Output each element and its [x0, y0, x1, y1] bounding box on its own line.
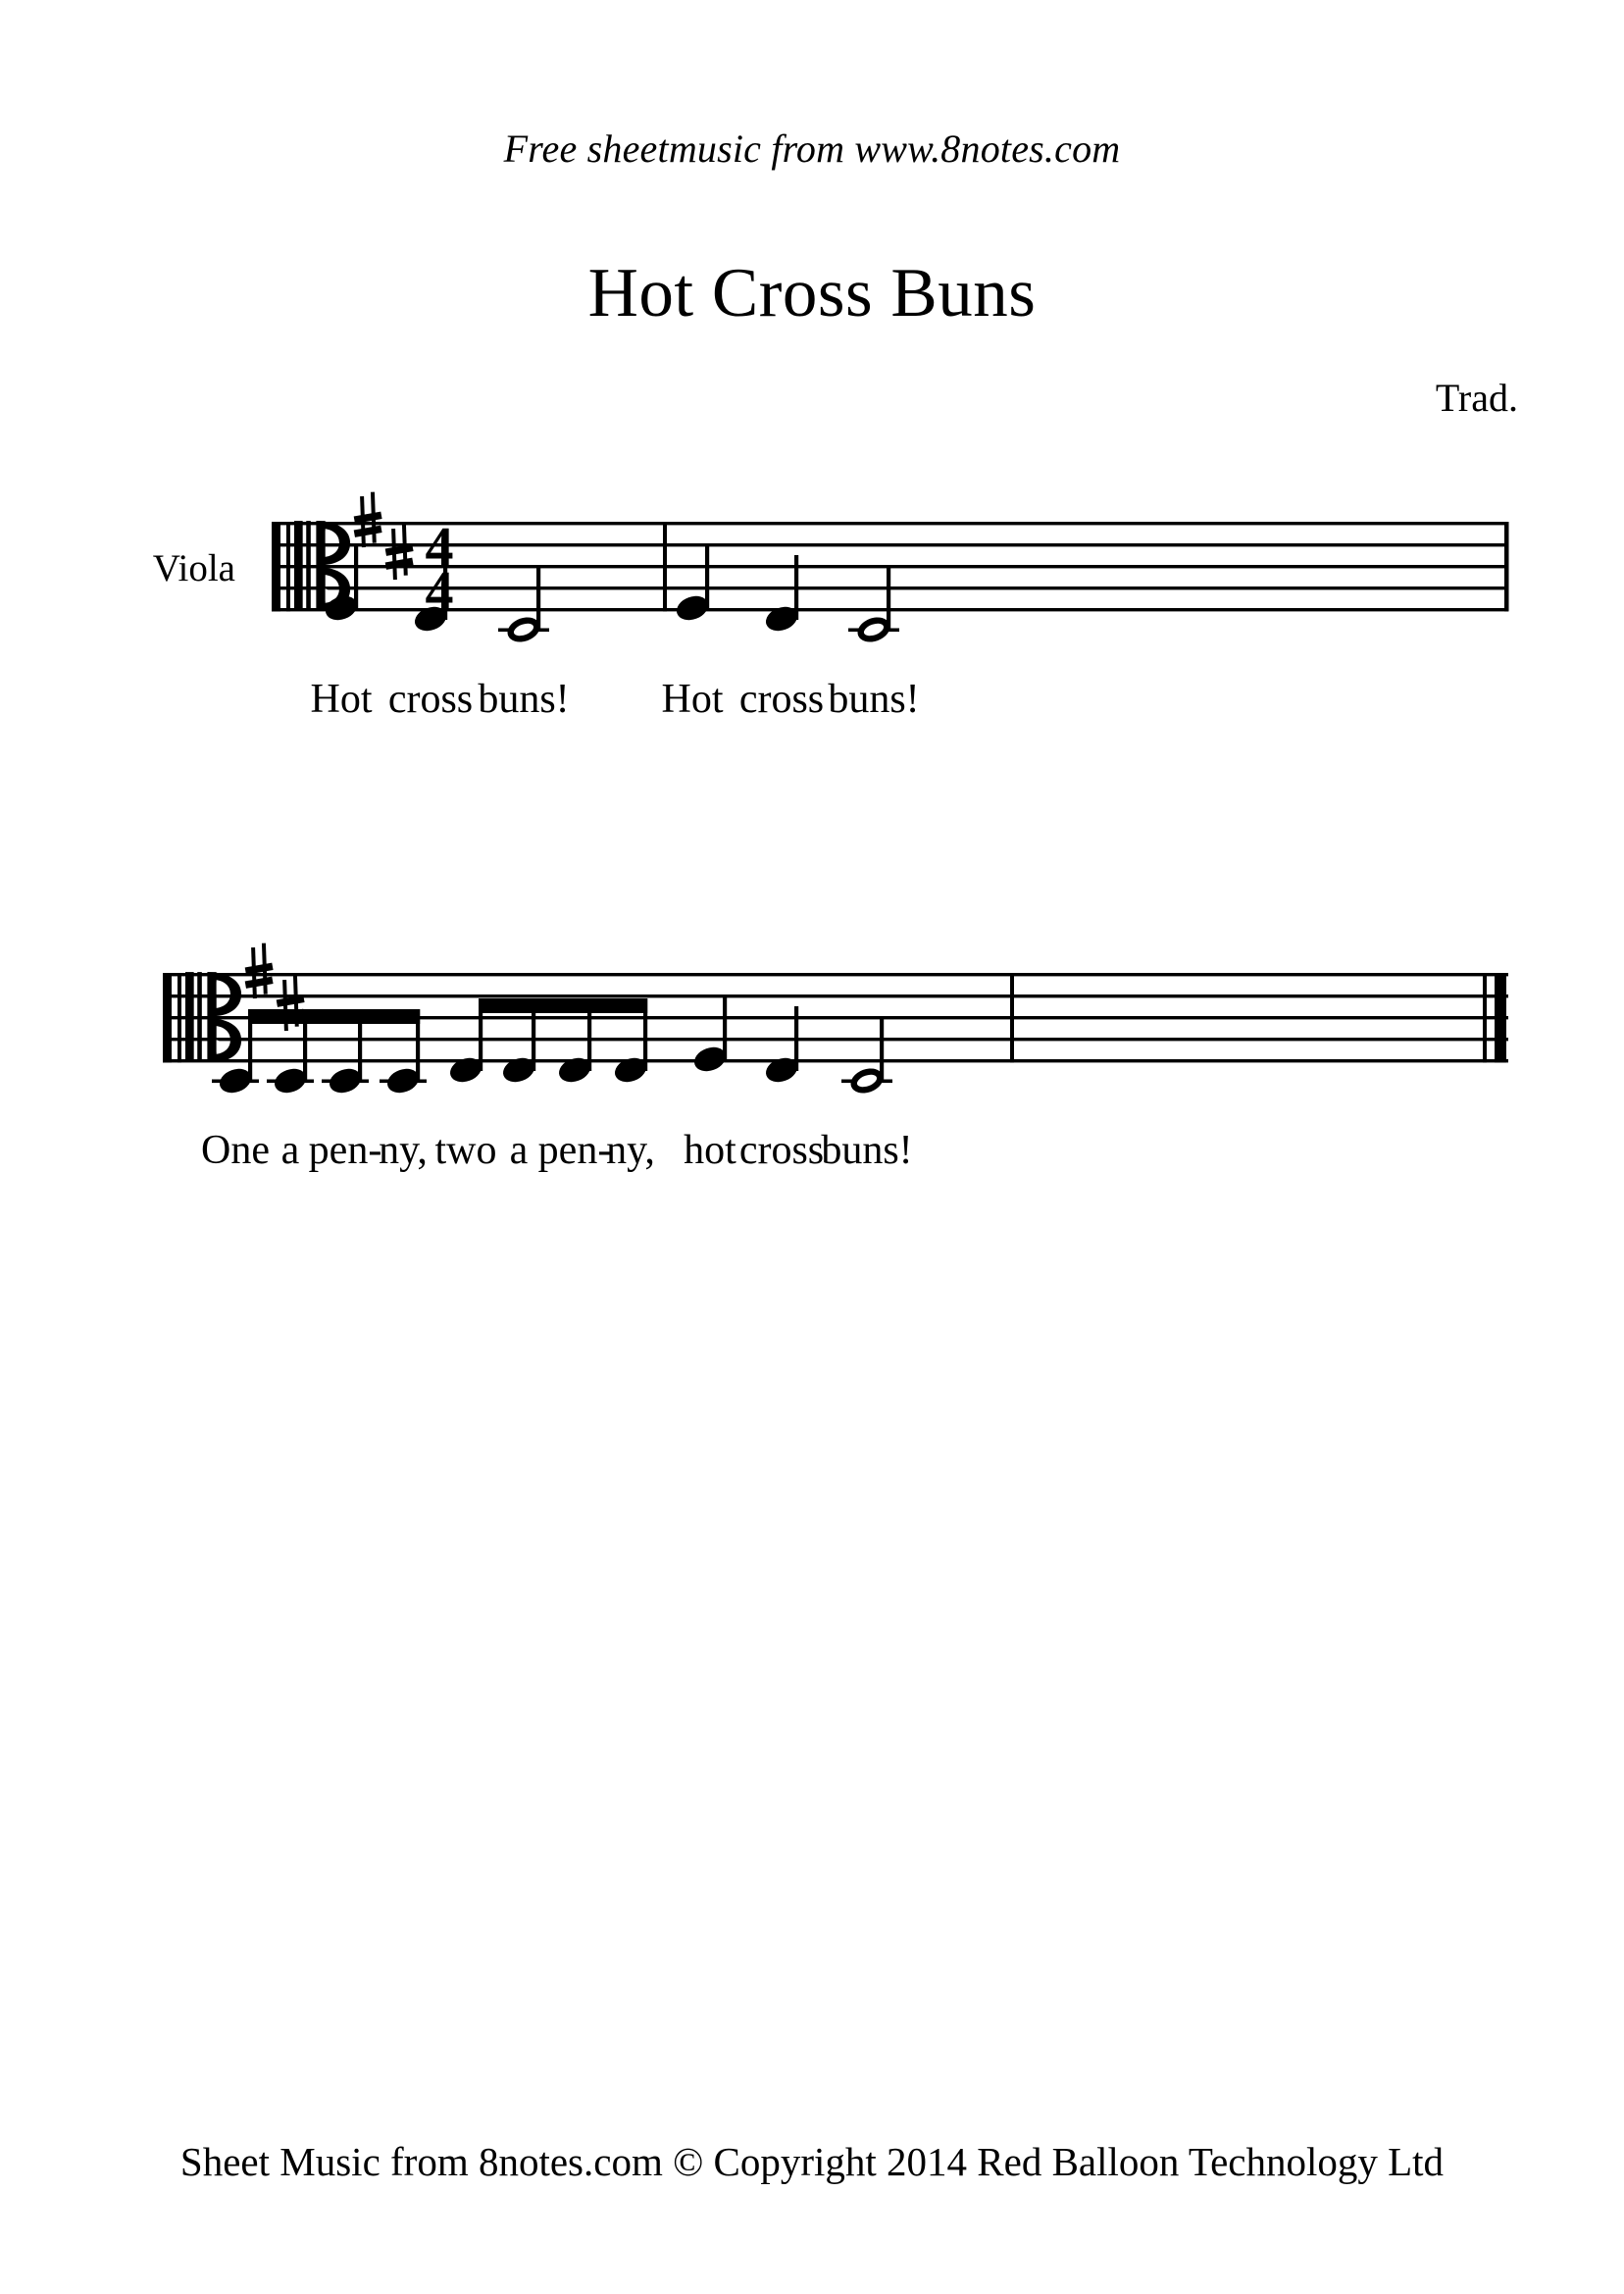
system-2-notation [163, 943, 1508, 1094]
beam-group-1 [212, 1009, 427, 1094]
lyric-syllable: hot [684, 1128, 736, 1173]
barline-2 [1010, 973, 1014, 1063]
lyric-syllable: cross [738, 1128, 825, 1173]
lyric-syllable: ny, [379, 1128, 428, 1173]
note-quarter-7 [694, 995, 728, 1072]
music-system-2 [0, 0, 1624, 1275]
lyric-syllable: a [280, 1128, 300, 1173]
lyric-syllable: ny, [606, 1128, 655, 1173]
footer-copyright: Sheet Music from 8notes.com © Copyright … [179, 2139, 1445, 2184]
note-half-9 [841, 1017, 892, 1094]
lyric-syllable: pen- [537, 1128, 612, 1173]
lyric-syllable: pen- [308, 1128, 382, 1173]
lyric-syllable: buns! [821, 1128, 913, 1173]
sheet-music-page: Free sheetmusic from www.8notes.com Hot … [0, 0, 1624, 2294]
final-barline [1483, 973, 1506, 1063]
beam-group-2 [450, 998, 648, 1083]
lyric-syllable: One [201, 1128, 270, 1173]
lyric-syllable: a [509, 1128, 529, 1173]
beam [248, 1009, 421, 1024]
lyric-syllable: two [434, 1128, 497, 1173]
beam [479, 998, 648, 1013]
